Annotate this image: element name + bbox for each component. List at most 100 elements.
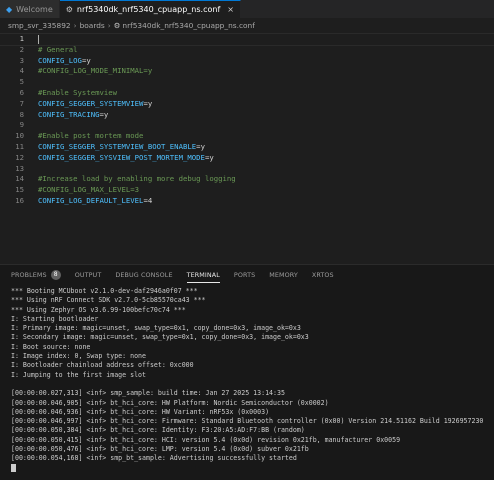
terminal-line: [00:00:00.050,384] <inf> bt_hci_core: Id… <box>11 426 305 435</box>
gear-icon: ⚙ <box>65 5 73 14</box>
code-line[interactable]: 6 #Enable Systemview <box>0 88 494 99</box>
line-number: 8 <box>19 109 24 119</box>
terminal-line: [00:00:00.050,415] <inf> bt_hci_core: HC… <box>11 435 401 444</box>
panel-tab-label: PROBLEMS <box>11 271 47 279</box>
panel-tab-label: PORTS <box>233 271 256 279</box>
terminal-line: [00:00:00.054,168] <inf> smp_bt_sample: … <box>11 454 297 463</box>
code-line[interactable]: 12 CONFIG_SEGGER_SYSVIEW_POST_MORTEM_MODE… <box>0 153 494 164</box>
panel-tab-output[interactable]: OUTPUT <box>75 265 102 285</box>
tab-welcome[interactable]: ◆ Welcome <box>0 0 60 18</box>
code-line[interactable]: 4 #CONFIG_LOG_MODE_MINIMAL=y <box>0 66 494 77</box>
panel-tab-bar: PROBLEMS 8 OUTPUT DEBUG CONSOLE TERMINAL PORT… <box>0 265 494 285</box>
panel-tab-label: DEBUG CONSOLE <box>115 271 173 279</box>
config-key: CONFIG_SEGGER_SYSTEMVIEW_BOOT_ENABLE <box>38 142 197 151</box>
code-line[interactable]: 14 #Increase load by enabling more debug … <box>0 174 494 185</box>
code-token: 4 <box>147 196 153 205</box>
config-key: CONFIG_TRACING <box>38 109 100 119</box>
line-number: 4 <box>19 66 24 76</box>
code-text: CONFIG_LOG_DEFAULT_LEVEL=4 <box>38 196 152 207</box>
code-text: CONFIG_SEGGER_SYSTEMVIEW_BOOT_ENABLE=y <box>38 142 205 153</box>
terminal-line: I: Starting bootloader <box>11 314 99 323</box>
code-token: y <box>200 142 205 151</box>
breadcrumb-item-boards[interactable]: boards <box>80 21 105 30</box>
code-text: CONFIG_LOG=y <box>38 56 91 67</box>
code-comment: #Enable post mortem mode <box>38 131 144 141</box>
panel-tab-label: XRTOS <box>311 271 334 279</box>
panel-tab-label: OUTPUT <box>74 271 102 279</box>
code-comment: # General <box>38 44 78 54</box>
code-comment: #Enable Systemview <box>38 88 118 97</box>
line-number: 15 <box>15 185 24 195</box>
breadcrumb-item-file[interactable]: nrf5340dk_nrf5340_cpuapp_ns.conf <box>122 21 254 30</box>
panel-tab-ports[interactable]: PORTS <box>234 265 255 285</box>
breadcrumb-separator: › <box>107 20 111 30</box>
code-text: #CONFIG_LOG_MODE_MINIMAL=y <box>38 66 152 77</box>
code-token: y <box>103 109 109 119</box>
line-number: 12 <box>15 152 24 162</box>
line-number: 1 <box>19 34 24 43</box>
terminal-output[interactable]: *** Booting MCUboot v2.1.0-dev-daf2946a0… <box>11 287 491 473</box>
panel-tab-xrtos[interactable]: XRTOS <box>312 265 334 285</box>
code-line[interactable]: 10 #Enable post mortem mode <box>0 131 494 142</box>
code-line[interactable]: 9 <box>0 120 494 131</box>
tab-conf-file[interactable]: ⚙ nrf5340dk_nrf5340_cpuapp_ns.conf × <box>59 0 241 18</box>
close-tab-icon[interactable]: × <box>227 5 234 14</box>
code-text: #Enable Systemview <box>38 88 117 99</box>
code-line[interactable]: 13 <box>0 164 494 175</box>
code-text: CONFIG_SEGGER_SYSTEMVIEW=y <box>38 99 152 110</box>
terminal-line: [00:00:00.050,476] <inf> bt_hci_core: LM… <box>11 445 309 454</box>
line-number: 10 <box>15 131 24 141</box>
line-number: 13 <box>15 163 24 173</box>
breadcrumb-separator: › <box>73 20 77 30</box>
line-number: 7 <box>19 98 24 108</box>
terminal-line: [00:00:00.046,997] <inf> bt_hci_core: Fi… <box>11 417 484 426</box>
code-comment: #Increase load by enabling more debug lo… <box>38 174 236 184</box>
code-text: # General <box>38 45 78 56</box>
panel-tab-memory[interactable]: MEMORY <box>269 265 298 285</box>
code-line[interactable]: 1 <box>0 33 494 46</box>
panel-tab-debug-console[interactable]: DEBUG CONSOLE <box>115 265 172 285</box>
code-line[interactable]: 15 #CONFIG_LOG_MAX_LEVEL=3 <box>0 185 494 196</box>
config-key: CONFIG_LOG <box>38 55 82 65</box>
line-number: 3 <box>19 55 24 65</box>
code-text: CONFIG_TRACING=y <box>38 110 108 121</box>
code-line[interactable]: 11 CONFIG_SEGGER_SYSTEMVIEW_BOOT_ENABLE=y <box>0 142 494 153</box>
line-number: 11 <box>15 142 24 151</box>
config-key: CONFIG_SEGGER_SYSVIEW_POST_MORTEM_MODE <box>38 152 205 162</box>
code-line[interactable]: 8 CONFIG_TRACING=y <box>0 110 494 121</box>
panel-tab-terminal[interactable]: TERMINAL <box>186 265 221 285</box>
vscode-icon: ◆ <box>6 4 13 14</box>
terminal-cursor <box>11 463 16 472</box>
code-line[interactable]: 3 CONFIG_LOG=y <box>0 56 494 67</box>
terminal-line: I: Primary image: magic=unset, swap_type… <box>11 324 301 333</box>
code-text: #Enable post mortem mode <box>38 131 143 142</box>
line-number: 2 <box>19 44 24 54</box>
line-number: 6 <box>19 88 24 97</box>
terminal-line: I: Jumping to the first image slot <box>11 370 146 379</box>
code-comment: #CONFIG_LOG_MODE_MINIMAL=y <box>38 66 153 76</box>
config-key: CONFIG_SEGGER_SYSTEMVIEW <box>38 98 144 108</box>
breadcrumb-item-project[interactable]: smp_svr_335892 <box>8 21 71 30</box>
panel-tab-label: MEMORY <box>269 271 298 279</box>
terminal-line: *** Using nRF Connect SDK v2.7.0-5cb8557… <box>11 296 206 305</box>
terminal-line: *** Using Zephyr OS v3.6.99-100befc70c74… <box>11 305 186 314</box>
line-number: 5 <box>19 77 24 87</box>
code-line[interactable]: 5 <box>0 77 494 88</box>
code-editor[interactable]: 1 2 # General 3 CONFIG_LOG=y 4 #CONFIG_LOG_MOD… <box>0 32 494 264</box>
tab-welcome-label: Welcome <box>16 4 53 14</box>
code-text <box>38 34 39 45</box>
terminal-line: *** Booting MCUboot v2.1.0-dev-daf2946a0… <box>11 287 198 295</box>
panel-tab-label: TERMINAL <box>186 271 220 279</box>
code-token: y <box>209 152 214 162</box>
code-line[interactable]: 7 CONFIG_SEGGER_SYSTEMVIEW=y <box>0 99 494 110</box>
terminal-line: [00:00:00.046,936] <inf> bt_hci_core: HW… <box>11 407 270 416</box>
terminal-prompt[interactable] <box>11 463 491 473</box>
tab-conf-file-label: nrf5340dk_nrf5340_cpuapp_ns.conf <box>76 5 221 14</box>
code-comment: #CONFIG_LOG_MAX_LEVEL=3 <box>38 185 140 195</box>
code-line[interactable]: 2 # General <box>0 45 494 56</box>
editor-tab-bar: ◆ Welcome ⚙ nrf5340dk_nrf5340_cpuapp_ns.… <box>0 0 494 18</box>
panel-tab-problems[interactable]: PROBLEMS 8 <box>11 265 61 285</box>
terminal-line: [00:00:00.046,905] <inf> bt_hci_core: HW… <box>11 398 329 407</box>
terminal-line: [00:00:00.027,313] <inf> smp_sample: bui… <box>11 389 285 398</box>
code-line[interactable]: 16 CONFIG_LOG_DEFAULT_LEVEL=4 <box>0 196 494 207</box>
